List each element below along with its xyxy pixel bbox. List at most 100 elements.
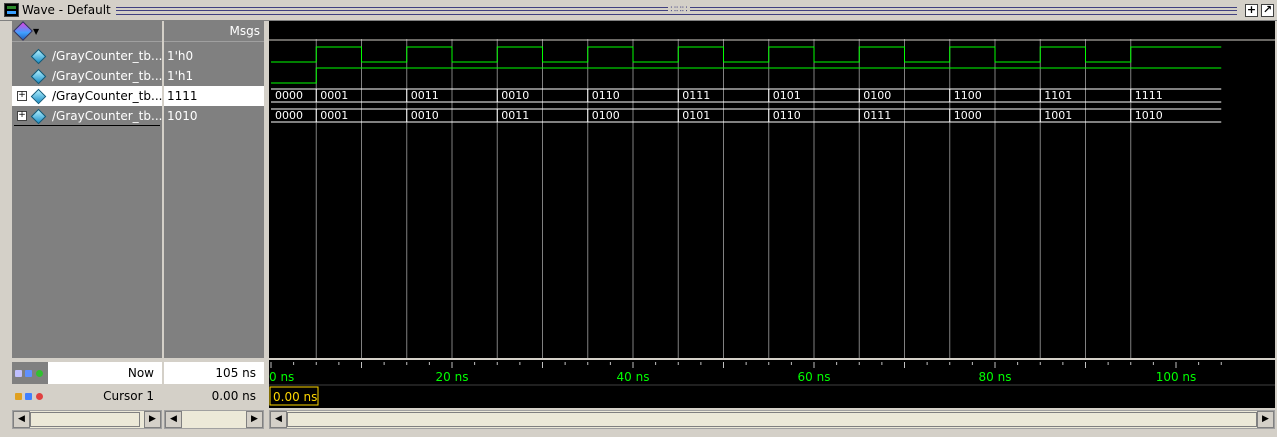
dock-button[interactable]: + <box>1245 4 1258 17</box>
cursor-label: Cursor 1 <box>103 389 154 403</box>
now-value-row: 105 ns <box>164 362 264 384</box>
add-wave-icon[interactable] <box>13 21 33 41</box>
bin-bus-value: 0010 <box>411 109 439 122</box>
wave-window-icon <box>4 3 19 17</box>
time-ruler[interactable]: 0 ns 20 ns 40 ns 60 ns 80 ns 100 ns 0.00 ns <box>269 360 1275 408</box>
cursor-value: 0.00 ns <box>211 389 256 403</box>
bin-bus-value: 1000 <box>954 109 982 122</box>
signal-value: 1'h1 <box>167 69 194 83</box>
gray-bus-value: 0110 <box>592 89 620 102</box>
now-label: Now <box>127 366 154 380</box>
ruler-tick-label: 60 ns <box>798 370 831 384</box>
names-header: ▼ <box>12 21 162 42</box>
scroll-right-icon[interactable]: ▶ <box>1257 411 1274 428</box>
ruler-tick-label: 20 ns <box>436 370 469 384</box>
cursor-flag-label: 0.00 ns <box>273 390 317 404</box>
scroll-right-icon[interactable]: ▶ <box>144 411 161 428</box>
values-header: Msgs <box>164 21 264 42</box>
gray-bus-value: 0001 <box>320 89 348 102</box>
ruler-tick-label: 80 ns <box>979 370 1012 384</box>
scroll-right-icon[interactable]: ▶ <box>246 411 263 428</box>
signal-row-1[interactable]: /GrayCounter_tb... <box>12 66 162 86</box>
waveform-svg[interactable]: 0000 0001 0011 0010 0110 0111 0101 0100 1100 1101… <box>269 21 1275 358</box>
list-icon[interactable] <box>25 370 32 377</box>
wave-hscroll[interactable]: ◀ ▶ <box>269 410 1275 429</box>
signal-value: 1010 <box>167 109 198 123</box>
signal-values-pane: Msgs 1'h0 1'h1 1111 1010 <box>164 21 264 358</box>
gray-bus-value: 0010 <box>501 89 529 102</box>
gray-bus-value: 0101 <box>773 89 801 102</box>
signal-row-3[interactable]: + /GrayCounter_tb... <box>12 106 162 126</box>
signal-names-pane: ▼ /GrayCounter_tb... /GrayCounter_tb... … <box>12 21 162 358</box>
cursor-value-row: 0.00 ns <box>164 385 264 407</box>
ruler-tick-label: 40 ns <box>617 370 650 384</box>
names-scroll-thumb[interactable] <box>30 412 140 427</box>
wave-scroll-thumb[interactable] <box>287 412 1257 427</box>
value-row-3[interactable]: 1010 <box>164 106 264 126</box>
cursor-row: Cursor 1 <box>12 385 162 407</box>
signal-name: /GrayCounter_tb... <box>52 69 163 83</box>
wave-canvas[interactable]: 0000 0001 0011 0010 0110 0111 0101 0100 1100 1101… <box>269 21 1275 358</box>
signal-icon <box>30 48 47 65</box>
signal-icon <box>30 108 47 125</box>
timeline-labels: Now Cursor 1 <box>12 360 162 408</box>
signal-icon <box>30 88 47 105</box>
title-grip-handle[interactable]: ∷∷∷ <box>668 6 690 15</box>
gray-bus-value: 0100 <box>863 89 891 102</box>
bin-bus-value: 0111 <box>863 109 891 122</box>
insertion-line <box>14 125 160 126</box>
now-toolbar <box>12 362 48 384</box>
signal-name: /GrayCounter_tb... <box>52 109 163 123</box>
signal-name: /GrayCounter_tb... <box>52 49 163 63</box>
signal-icon <box>30 68 47 85</box>
enable-wave <box>271 67 1222 84</box>
edit-cursor-icon[interactable] <box>25 393 32 400</box>
left-gutter <box>0 21 12 358</box>
window-title: Wave - Default <box>22 3 111 17</box>
bin-bus-value: 0100 <box>592 109 620 122</box>
bin-bus-value: 0001 <box>320 109 348 122</box>
lock-icon[interactable] <box>15 393 22 400</box>
bin-bus-value: 0101 <box>682 109 710 122</box>
ruler-start-label: 0 ns <box>269 370 294 384</box>
signal-row-0[interactable]: /GrayCounter_tb... <box>12 46 162 66</box>
bin-bus-value: 1010 <box>1135 109 1163 122</box>
timeline-values: 105 ns 0.00 ns <box>164 360 264 408</box>
scroll-left-icon[interactable]: ◀ <box>270 411 287 428</box>
gray-bus-value: 1111 <box>1135 89 1163 102</box>
value-row-0[interactable]: 1'h0 <box>164 46 264 66</box>
names-hscroll[interactable]: ◀ ▶ <box>12 410 162 429</box>
delete-cursor-icon[interactable] <box>36 393 43 400</box>
now-value: 105 ns <box>215 366 256 380</box>
value-row-2[interactable]: 1111 <box>164 86 264 106</box>
zoom-icon[interactable] <box>15 370 22 377</box>
value-row-1[interactable]: 1'h1 <box>164 66 264 86</box>
bin-bus-value: 0011 <box>501 109 529 122</box>
bin-bus-value: 0000 <box>275 109 303 122</box>
clk-wave <box>271 46 1222 63</box>
bin-bus-value: 1001 <box>1044 109 1072 122</box>
bin-bus-value: 0110 <box>773 109 801 122</box>
gray-bus-value: 0000 <box>275 89 303 102</box>
expand-icon[interactable]: + <box>17 111 27 121</box>
values-hscroll[interactable]: ◀ ▶ <box>164 410 264 429</box>
expand-icon[interactable]: + <box>17 91 27 101</box>
add-cursor-icon[interactable] <box>36 370 43 377</box>
signal-value: 1111 <box>167 89 198 103</box>
signal-value: 1'h0 <box>167 49 194 63</box>
signal-name: /GrayCounter_tb... <box>52 89 163 103</box>
ruler-tick-label: 100 ns <box>1156 370 1197 384</box>
chevron-down-icon[interactable]: ▼ <box>33 27 39 36</box>
gray-bus-value: 0111 <box>682 89 710 102</box>
gray-bus-value: 1100 <box>954 89 982 102</box>
window-titlebar: Wave - Default ∷∷∷ + ↗ <box>0 0 1277 21</box>
scroll-left-icon[interactable]: ◀ <box>165 411 182 428</box>
signal-row-2[interactable]: + /GrayCounter_tb... <box>12 86 162 106</box>
gray-bus-value: 0011 <box>411 89 439 102</box>
time-ruler-svg: 0 ns 20 ns 40 ns 60 ns 80 ns 100 ns 0.00 ns <box>269 362 1275 406</box>
undock-button[interactable]: ↗ <box>1261 4 1274 17</box>
gray-bus-value: 1101 <box>1044 89 1072 102</box>
msgs-label: Msgs <box>229 24 260 38</box>
scroll-left-icon[interactable]: ◀ <box>13 411 30 428</box>
now-row: Now <box>12 362 162 384</box>
